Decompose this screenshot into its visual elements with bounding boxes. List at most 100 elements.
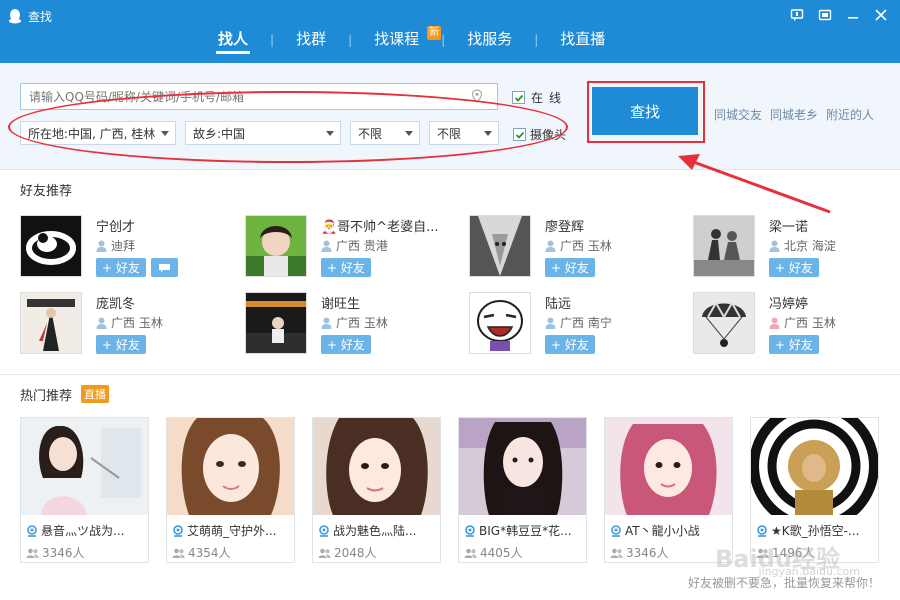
title-bar: 查找 找人 | 找群 | 找课程新 | 找服务 | 找直播 — [0, 0, 900, 63]
friend-card: 廖登辉 广西 玉林 + 好友 — [469, 215, 679, 279]
male-person-icon — [96, 317, 107, 329]
viewer-count: 2048人 — [318, 544, 377, 561]
checkmark-icon — [514, 94, 523, 102]
people-icon — [26, 548, 39, 558]
message-button[interactable] — [151, 258, 178, 277]
friend-location: 广西 玉林 — [545, 237, 612, 254]
friend-name[interactable]: 冯婷婷 — [769, 293, 808, 312]
female-person-icon — [769, 317, 780, 329]
live-thumbnail[interactable] — [167, 418, 294, 515]
male-person-icon — [321, 240, 332, 252]
quick-links: 同城交友 同城老乡 附近的人 — [714, 106, 874, 123]
live-badge: 直播 — [81, 385, 109, 403]
people-icon — [172, 548, 185, 558]
add-friend-button[interactable]: + 好友 — [545, 258, 595, 277]
friend-card: 谢旺生 广西 玉林 + 好友 — [245, 292, 455, 356]
window-title: 查找 — [28, 10, 53, 24]
friends-section-title: 好友推荐 — [20, 184, 73, 199]
link-nearby-people[interactable]: 附近的人 — [826, 106, 874, 123]
tab-find-services[interactable]: 找服务 — [445, 26, 534, 54]
live-room-icon — [611, 524, 621, 537]
live-card-title: ★K歌_孙悟空-... — [756, 522, 876, 539]
online-label: 在线 — [531, 91, 568, 105]
add-friend-button[interactable]: + 好友 — [96, 335, 146, 354]
live-card-title: 悬音灬ツ战为... — [26, 522, 146, 539]
search-button[interactable]: 查找 — [592, 87, 698, 135]
annotation-ellipse — [8, 91, 568, 163]
avatar[interactable] — [245, 292, 307, 354]
link-hometown-folks[interactable]: 同城老乡 — [770, 106, 818, 123]
live-card-title: 战为魅色灬陆... — [318, 522, 438, 539]
friend-location: 广西 贵港 — [321, 237, 388, 254]
live-thumbnail[interactable] — [751, 418, 878, 515]
viewer-count: 3346人 — [26, 544, 85, 561]
main-tabs: 找人 | 找群 | 找课程新 | 找服务 | 找直播 — [196, 26, 627, 54]
online-filter[interactable]: 在线 — [512, 89, 567, 106]
avatar[interactable] — [20, 292, 82, 354]
add-friend-button[interactable]: + 好友 — [769, 335, 819, 354]
hot-section-title: 热门推荐 — [20, 389, 73, 404]
message-box-icon[interactable] — [816, 6, 834, 24]
people-icon — [318, 548, 331, 558]
live-card[interactable]: BIG*韩豆豆*花... 4405人 — [458, 417, 587, 563]
friend-card: 陆远 广西 南宁 + 好友 — [469, 292, 679, 356]
live-room-icon — [173, 524, 183, 537]
friend-name[interactable]: 廖登辉 — [545, 216, 584, 235]
friend-location: 广西 玉林 — [769, 314, 836, 331]
add-friend-button[interactable]: + 好友 — [545, 335, 595, 354]
add-friend-button[interactable]: + 好友 — [96, 258, 146, 277]
male-person-icon — [321, 317, 332, 329]
section-divider — [0, 374, 900, 375]
friend-location: 迪拜 — [96, 237, 135, 254]
viewer-count: 4405人 — [464, 544, 523, 561]
live-card[interactable]: 战为魅色灬陆... 2048人 — [312, 417, 441, 563]
avatar[interactable] — [469, 215, 531, 277]
friend-card: 庞凯冬 广西 玉林 + 好友 — [20, 292, 230, 356]
add-friend-button[interactable]: + 好友 — [769, 258, 819, 277]
add-friend-button[interactable]: + 好友 — [321, 335, 371, 354]
close-icon[interactable] — [872, 6, 890, 24]
friend-name[interactable]: 陆远 — [545, 293, 571, 312]
minimize-icon[interactable] — [844, 6, 862, 24]
link-local-friends[interactable]: 同城交友 — [714, 106, 762, 123]
live-card-title: BIG*韩豆豆*花... — [464, 522, 584, 539]
tab-find-groups[interactable]: 找群 — [274, 26, 348, 54]
male-person-icon — [769, 240, 780, 252]
new-badge: 新 — [427, 26, 442, 40]
live-thumbnail[interactable] — [313, 418, 440, 515]
friend-location: 广西 玉林 — [321, 314, 388, 331]
friend-name[interactable]: 庞凯冬 — [96, 293, 135, 312]
avatar[interactable] — [20, 215, 82, 277]
male-person-icon — [545, 317, 556, 329]
feedback-icon[interactable] — [788, 6, 806, 24]
friend-location: 广西 南宁 — [545, 314, 612, 331]
friend-name[interactable]: 谢旺生 — [321, 293, 360, 312]
avatar[interactable] — [469, 292, 531, 354]
friend-card: 梁一诺 北京 海淀 + 好友 — [693, 215, 900, 279]
friend-location: 广西 玉林 — [96, 314, 163, 331]
avatar[interactable] — [693, 292, 755, 354]
live-thumbnail[interactable] — [459, 418, 586, 515]
live-card[interactable]: AT丶龍小小战 3346人 — [604, 417, 733, 563]
tab-find-live[interactable]: 找直播 — [538, 26, 627, 54]
friend-name[interactable]: 宁创才 — [96, 216, 135, 235]
add-friend-button[interactable]: + 好友 — [321, 258, 371, 277]
viewer-count: 3346人 — [610, 544, 669, 561]
live-thumbnail[interactable] — [605, 418, 732, 515]
avatar[interactable] — [693, 215, 755, 277]
live-card-title: AT丶龍小小战 — [610, 522, 730, 539]
live-card[interactable]: 悬音灬ツ战为... 3346人 — [20, 417, 149, 563]
tab-find-courses[interactable]: 找课程新 — [352, 26, 442, 54]
online-checkbox[interactable] — [512, 91, 525, 104]
chat-bubble-icon — [159, 263, 170, 272]
avatar[interactable] — [245, 215, 307, 277]
friend-name[interactable]: 梁一诺 — [769, 216, 808, 235]
live-card[interactable]: 艾萌萌_守护外... 4354人 — [166, 417, 295, 563]
live-thumbnail[interactable] — [21, 418, 148, 515]
tab-find-people[interactable]: 找人 — [196, 26, 270, 54]
live-room-icon — [465, 524, 475, 537]
male-person-icon — [96, 240, 107, 252]
friend-location: 北京 海淀 — [769, 237, 836, 254]
friend-name[interactable]: 🎅哥不帅^老婆自... — [321, 216, 438, 235]
footer-promo-link[interactable]: 好友被删不要急，批量恢复来帮你！ — [688, 574, 880, 591]
